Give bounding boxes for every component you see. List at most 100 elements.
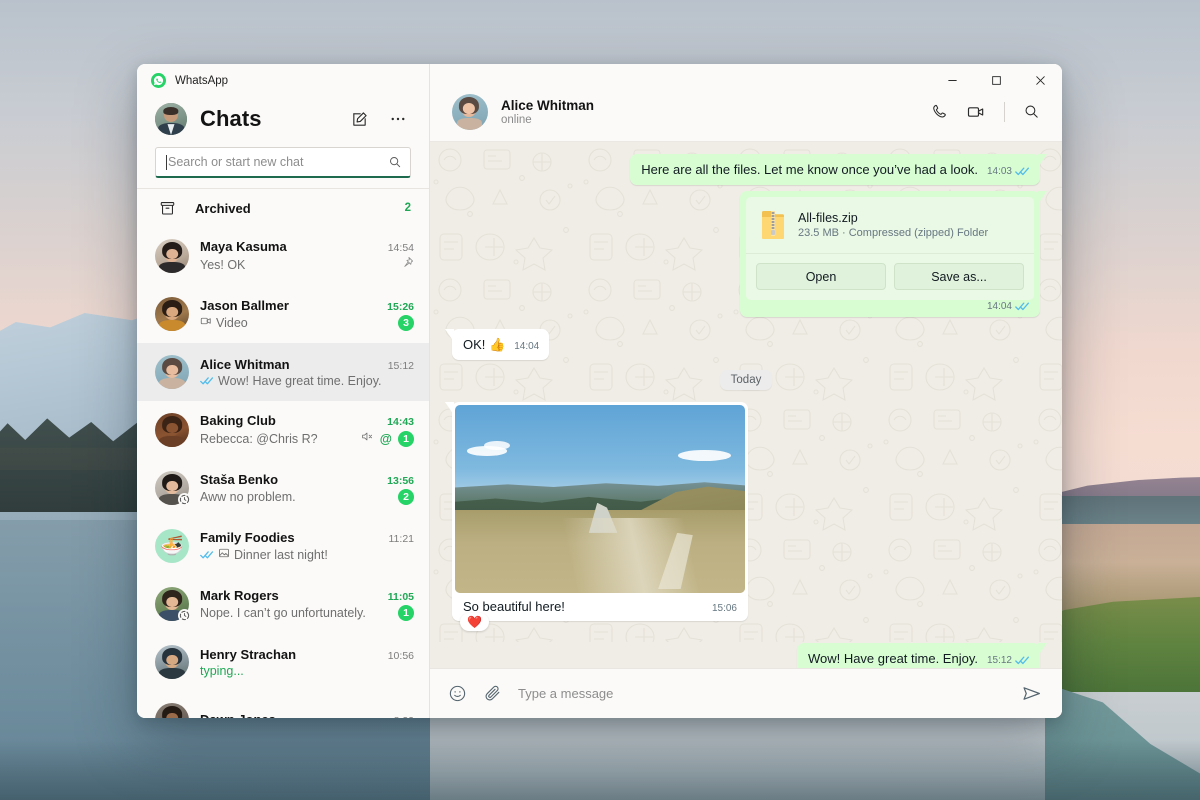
avatar-contact[interactable] — [452, 93, 488, 130]
message-time: 14:03 — [986, 166, 1012, 177]
divider — [1004, 101, 1005, 122]
message-meta: 14:04 — [746, 300, 1034, 315]
chat-list-item[interactable]: Baking Club 14:43 Rebecca: @Chris R? @1 — [137, 401, 429, 459]
emoji-icon[interactable] — [448, 684, 467, 703]
video-call-icon[interactable] — [966, 102, 986, 122]
search-icon — [390, 157, 401, 168]
chat-list-item[interactable]: Staša Benko 13:56 Aww no problem. 2 — [137, 459, 429, 517]
message-list: Here are all the files. Let me know once… — [452, 154, 1040, 668]
pin-icon — [401, 256, 414, 274]
chat-list-item[interactable]: Jason Ballmer 15:26 Video 3 — [137, 285, 429, 343]
message-text: Here are all the files. Let me know once… — [641, 162, 978, 177]
chat-contact-info: Alice Whitman online — [501, 98, 917, 126]
compose-icon[interactable] — [346, 106, 372, 132]
message-time: 14:04 — [514, 341, 540, 352]
avatar-me[interactable] — [155, 103, 187, 135]
attachment-icon[interactable] — [483, 684, 502, 703]
read-receipt-icon — [200, 550, 214, 560]
message-row: Wow! Have great time. Enjoy. 15:12 — [452, 643, 1040, 668]
message-meta: 15:12 — [987, 655, 1030, 666]
image-caption: So beautiful here! — [463, 599, 565, 614]
chat-name: Jason Ballmer — [200, 297, 289, 313]
sidebar: WhatsApp Chats Search or start new chat … — [137, 64, 430, 718]
unread-badge: 2 — [398, 488, 414, 505]
page-title: Chats — [200, 106, 262, 131]
minimize-icon[interactable] — [930, 64, 974, 97]
avatar[interactable] — [155, 703, 189, 718]
sidebar-item-archived[interactable]: Archived 2 — [137, 189, 429, 227]
chat-time: 8:32 — [394, 715, 414, 719]
whatsapp-logo-icon — [151, 73, 166, 88]
message-photo[interactable] — [455, 405, 745, 593]
search-icon[interactable] — [1023, 103, 1040, 120]
mention-icon: @ — [379, 431, 392, 446]
chat-time: 15:12 — [387, 359, 414, 372]
message-bubble-file[interactable]: All-files.zip 23.5 MB · Compressed (zipp… — [740, 191, 1040, 317]
chat-list-item[interactable]: Henry Strachan 10:56 typing... — [137, 633, 429, 691]
file-meta: 23.5 MB · Compressed (zipped) Folder — [798, 227, 989, 239]
message-bubble-image[interactable]: So beautiful here! 15:06 — [452, 402, 748, 621]
avatar[interactable] — [155, 413, 189, 447]
message-composer: Type a message — [430, 668, 1062, 718]
maximize-icon[interactable] — [974, 64, 1018, 97]
app-titlebar: WhatsApp — [137, 64, 429, 97]
chat-preview: Wow! Have great time. Enjoy. — [200, 374, 408, 388]
app-title: WhatsApp — [175, 74, 229, 87]
message-bubble-outgoing[interactable]: Here are all the files. Let me know once… — [630, 154, 1040, 185]
close-icon[interactable] — [1018, 64, 1062, 97]
photo-icon — [218, 547, 230, 562]
chat-name: Henry Strachan — [200, 646, 297, 662]
chat-name: Staša Benko — [200, 471, 279, 487]
mute-icon — [361, 430, 374, 448]
avatar[interactable] — [155, 355, 189, 389]
date-divider: Today — [452, 370, 1040, 390]
chat-preview: typing... — [200, 663, 244, 678]
send-icon[interactable] — [1021, 683, 1042, 704]
message-time: 15:12 — [986, 655, 1012, 666]
open-file-button[interactable]: Open — [756, 263, 886, 290]
message-row: Here are all the files. Let me know once… — [452, 154, 1040, 185]
message-reaction[interactable]: ❤️ — [460, 613, 489, 631]
message-bubble-incoming[interactable]: OK! 👍 14:04 — [452, 329, 550, 360]
chat-time: 15:26 — [387, 300, 414, 313]
chat-preview: Nope. I can’t go unfortunately. — [200, 605, 366, 620]
chat-row-meta — [401, 256, 414, 274]
video-icon — [200, 315, 212, 330]
message-area[interactable]: Here are all the files. Let me know once… — [430, 142, 1062, 668]
message-input[interactable]: Type a message — [518, 686, 1005, 701]
chat-list-item[interactable]: Mark Rogers 11:05 Nope. I can’t go unfortu… — [137, 575, 429, 633]
chat-row-meta: 1 — [398, 604, 414, 621]
chat-list-item[interactable]: Dawn Jones 8:32 — [137, 691, 429, 718]
chat-list[interactable]: Archived 2 Maya Kasuma 14:54 Yes! OK Jason … — [137, 189, 429, 718]
avatar[interactable] — [155, 587, 191, 622]
phone-icon[interactable] — [930, 103, 948, 121]
avatar[interactable] — [155, 297, 189, 331]
chat-preview: Video — [200, 315, 392, 330]
chat-preview: Rebecca: @Chris R? — [200, 431, 318, 446]
chat-name: Dawn Jones — [200, 712, 388, 719]
search-input[interactable]: Search or start new chat — [155, 147, 411, 178]
avatar[interactable] — [155, 645, 189, 679]
avatar[interactable] — [155, 239, 189, 273]
avatar[interactable]: 🍜 — [155, 529, 189, 563]
whatsapp-window: WhatsApp Chats Search or start new chat … — [137, 64, 1062, 718]
chat-panel: Alice Whitman online Here are all the fi… — [430, 64, 1062, 718]
chat-list-item[interactable]: Alice Whitman 15:12 Wow! Have great time. … — [137, 343, 429, 401]
unread-badge: 1 — [398, 430, 414, 447]
chat-list-item[interactable]: Maya Kasuma 14:54 Yes! OK — [137, 227, 429, 285]
save-as-button[interactable]: Save as... — [894, 263, 1024, 290]
file-card: All-files.zip 23.5 MB · Compressed (zipp… — [746, 197, 1034, 300]
chat-time: 13:56 — [387, 474, 414, 487]
wallpaper-grass — [1045, 596, 1200, 692]
archived-label: Archived — [195, 200, 251, 216]
more-options-icon[interactable] — [385, 106, 411, 132]
chat-name: Baking Club — [200, 412, 276, 428]
chat-list-item[interactable]: 🍜 Family Foodies 11:21 Dinner last night! — [137, 517, 429, 575]
chat-name: Mark Rogers — [200, 587, 279, 603]
message-bubble-outgoing[interactable]: Wow! Have great time. Enjoy. 15:12 — [796, 643, 1040, 668]
avatar[interactable] — [155, 471, 191, 506]
desktop-background: WhatsApp Chats Search or start new chat … — [0, 0, 1200, 800]
message-row: All-files.zip 23.5 MB · Compressed (zipp… — [452, 191, 1040, 317]
chat-time: 11:21 — [388, 533, 415, 545]
archived-count: 2 — [404, 202, 411, 214]
